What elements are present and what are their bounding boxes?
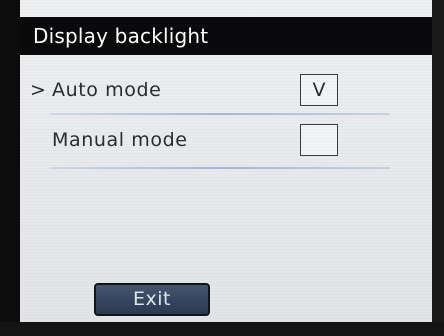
- lcd-screen: Display backlight > Auto mode V Manual m…: [20, 0, 432, 322]
- row-divider: [50, 167, 390, 169]
- option-row-auto-mode[interactable]: > Auto mode V: [20, 70, 432, 114]
- check-mark-icon: V: [312, 79, 326, 101]
- exit-button-label: Exit: [133, 288, 171, 310]
- check-mark-icon: [301, 125, 337, 155]
- exit-button[interactable]: Exit: [94, 283, 210, 316]
- option-label-manual-mode: Manual mode: [52, 129, 188, 151]
- row-divider: [50, 113, 390, 115]
- manual-mode-checkbox[interactable]: [300, 124, 338, 156]
- device-bezel-bottom: [0, 322, 444, 336]
- auto-mode-checkbox[interactable]: V: [300, 74, 338, 106]
- page-title: Display backlight: [33, 24, 209, 48]
- device-bezel-right: [432, 0, 444, 336]
- title-bar: Display backlight: [20, 17, 432, 55]
- option-label-auto-mode: Auto mode: [52, 79, 162, 101]
- option-row-manual-mode[interactable]: Manual mode: [20, 120, 432, 164]
- selection-cursor-icon: >: [30, 79, 46, 101]
